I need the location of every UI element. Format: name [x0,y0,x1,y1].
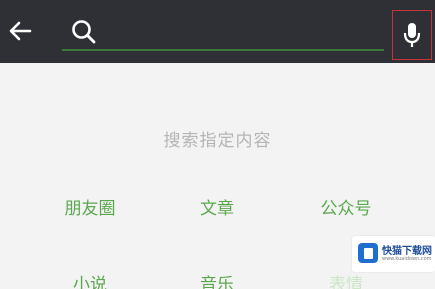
voice-search-button[interactable] [392,10,432,60]
category-stickers[interactable]: 表情 [291,270,401,289]
microphone-icon [403,23,421,47]
arrow-left-icon [9,21,32,41]
category-novels[interactable]: 小说 [35,270,145,289]
search-scope-hint: 搜索指定内容 [163,131,272,151]
back-button[interactable] [6,16,34,46]
category-official-accounts[interactable]: 公众号 [291,194,401,219]
watermark-subtitle: www.kuaidown.com [382,256,432,262]
watermark-badge: 快猫下载网 www.kuaidown.com [352,236,435,272]
watermark-title: 快猫下载网 [382,246,432,257]
search-icon [72,20,96,44]
watermark-logo-icon [358,243,378,263]
category-moments[interactable]: 朋友圈 [35,194,145,219]
category-articles[interactable]: 文章 [162,194,272,219]
search-input[interactable] [104,16,388,48]
search-screen: 搜索指定内容 朋友圈 文章 公众号 小说 音乐 表情 快猫下载网 www.kua… [0,0,435,289]
search-input-underline [62,49,384,51]
category-music[interactable]: 音乐 [162,270,272,289]
search-toolbar [0,0,435,63]
